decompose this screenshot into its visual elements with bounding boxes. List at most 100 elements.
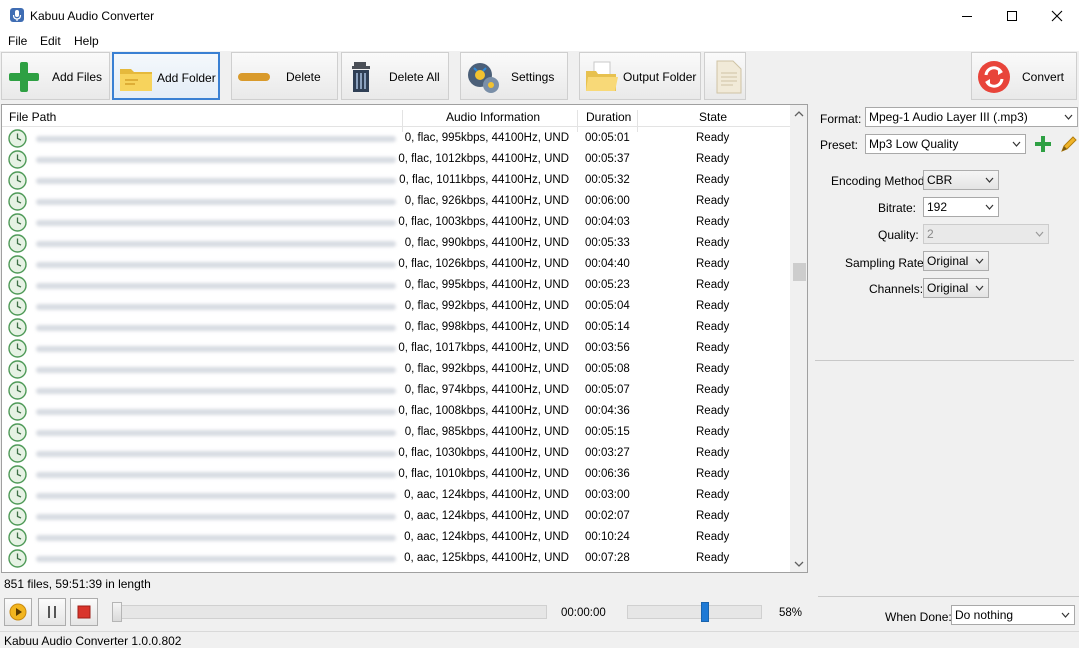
- scroll-up-icon[interactable]: [794, 111, 804, 117]
- table-row[interactable]: 0, flac, 1030kbps, 44100Hz, UND 00:03:27 R…: [2, 443, 790, 464]
- table-row[interactable]: 0, flac, 995kbps, 44100Hz, UND 00:05:01 Re…: [2, 128, 790, 149]
- clock-icon: [8, 192, 27, 211]
- trash-icon: [352, 62, 370, 92]
- file-path-cell: [36, 535, 396, 541]
- add-preset-icon[interactable]: [1033, 134, 1053, 154]
- table-row[interactable]: 0, flac, 995kbps, 44100Hz, UND 00:05:23 Re…: [2, 275, 790, 296]
- pause-button[interactable]: [38, 598, 66, 626]
- output-folder-button[interactable]: Output Folder: [579, 52, 701, 100]
- table-row[interactable]: 0, flac, 1026kbps, 44100Hz, UND 00:04:40 R…: [2, 254, 790, 275]
- table-row[interactable]: 0, aac, 124kbps, 44100Hz, UND 00:03:00 Rea…: [2, 485, 790, 506]
- bitrate-select[interactable]: 192: [923, 197, 999, 217]
- convert-button[interactable]: Convert: [971, 52, 1077, 100]
- table-row[interactable]: 0, flac, 1010kbps, 44100Hz, UND 00:06:36 R…: [2, 464, 790, 485]
- table-row[interactable]: 0, flac, 990kbps, 44100Hz, UND 00:05:33 Re…: [2, 233, 790, 254]
- preset-value: Mp3 Low Quality: [869, 137, 959, 151]
- file-path-cell: [36, 241, 396, 247]
- maximize-button[interactable]: [989, 0, 1035, 31]
- table-row[interactable]: 0, flac, 974kbps, 44100Hz, UND 00:05:07 Re…: [2, 380, 790, 401]
- audio-info-cell: 0, flac, 995kbps, 44100Hz, UND: [404, 279, 569, 291]
- state-cell: Ready: [696, 384, 730, 396]
- header-state[interactable]: State: [699, 110, 727, 124]
- when-done-select[interactable]: Do nothing: [951, 605, 1075, 625]
- audio-info-cell: 0, flac, 926kbps, 44100Hz, UND: [404, 195, 569, 207]
- table-row[interactable]: 0, flac, 985kbps, 44100Hz, UND 00:05:15 Re…: [2, 422, 790, 443]
- scrollbar-thumb[interactable]: [793, 263, 806, 281]
- state-cell: Ready: [696, 552, 730, 564]
- file-path-cell: [36, 367, 396, 373]
- duration-cell: 00:05:23: [585, 279, 630, 291]
- delete-button[interactable]: Delete: [231, 52, 338, 100]
- table-row[interactable]: 0, flac, 926kbps, 44100Hz, UND 00:06:00 Re…: [2, 191, 790, 212]
- table-row[interactable]: 0, flac, 992kbps, 44100Hz, UND 00:05:04 Re…: [2, 296, 790, 317]
- sampling-rate-select[interactable]: Original: [923, 251, 989, 271]
- minimize-button[interactable]: [944, 0, 990, 31]
- encoding-method-select[interactable]: CBR: [923, 170, 999, 190]
- chevron-down-icon: [1012, 141, 1021, 147]
- file-path-cell: [36, 304, 396, 310]
- menu-file[interactable]: File: [8, 34, 27, 48]
- state-cell: Ready: [696, 342, 730, 354]
- duration-cell: 00:05:08: [585, 363, 630, 375]
- pause-icon: [48, 606, 56, 618]
- seek-slider[interactable]: [112, 605, 547, 619]
- duration-cell: 00:06:36: [585, 468, 630, 480]
- edit-preset-icon[interactable]: [1059, 134, 1079, 154]
- vertical-scrollbar[interactable]: [790, 105, 807, 572]
- add-files-button[interactable]: Add Files: [1, 52, 110, 100]
- state-cell: Ready: [696, 447, 730, 459]
- duration-cell: 00:04:03: [585, 216, 630, 228]
- audio-info-cell: 0, aac, 124kbps, 44100Hz, UND: [404, 510, 569, 522]
- table-row[interactable]: 0, aac, 124kbps, 44100Hz, UND 00:10:24 Rea…: [2, 527, 790, 548]
- table-row[interactable]: 0, aac, 124kbps, 44100Hz, UND 00:02:07 Rea…: [2, 506, 790, 527]
- table-row[interactable]: 0, flac, 1003kbps, 44100Hz, UND 00:04:03 R…: [2, 212, 790, 233]
- format-label: Format:: [820, 112, 862, 126]
- duration-cell: 00:03:56: [585, 342, 630, 354]
- open-output-button[interactable]: [704, 52, 746, 100]
- stop-button[interactable]: [70, 598, 98, 626]
- volume-handle[interactable]: [700, 602, 709, 622]
- file-list[interactable]: File Path Audio Information Duration Sta…: [1, 104, 808, 573]
- duration-cell: 00:06:00: [585, 195, 630, 207]
- duration-cell: 00:05:15: [585, 426, 630, 438]
- table-row[interactable]: 0, flac, 998kbps, 44100Hz, UND 00:05:14 Re…: [2, 317, 790, 338]
- clock-icon: [8, 465, 27, 484]
- clock-icon: [8, 276, 27, 295]
- seek-handle[interactable]: [112, 602, 122, 622]
- menu-edit[interactable]: Edit: [40, 34, 61, 48]
- table-row[interactable]: 0, flac, 1011kbps, 44100Hz, UND 00:05:32 R…: [2, 170, 790, 191]
- menu-bar: File Edit Help: [0, 31, 1079, 51]
- settings-button[interactable]: Settings: [460, 52, 568, 100]
- table-row[interactable]: 0, flac, 1008kbps, 44100Hz, UND 00:04:36 R…: [2, 401, 790, 422]
- audio-info-cell: 0, flac, 1012kbps, 44100Hz, UND: [398, 153, 569, 165]
- state-cell: Ready: [696, 321, 730, 333]
- quality-select: 2: [923, 224, 1049, 244]
- clock-icon: [8, 507, 27, 526]
- table-row[interactable]: 0, flac, 992kbps, 44100Hz, UND 00:05:08 Re…: [2, 359, 790, 380]
- delete-all-button[interactable]: Delete All: [341, 52, 449, 100]
- table-row[interactable]: 0, aac, 125kbps, 44100Hz, UND 00:07:28 Rea…: [2, 548, 790, 569]
- close-button[interactable]: [1034, 0, 1079, 31]
- table-row[interactable]: 0, flac, 1012kbps, 44100Hz, UND 00:05:37 R…: [2, 149, 790, 170]
- file-path-cell: [36, 325, 396, 331]
- volume-slider[interactable]: [627, 605, 762, 619]
- channels-select[interactable]: Original: [923, 278, 989, 298]
- state-cell: Ready: [696, 195, 730, 207]
- file-path-cell: [36, 409, 396, 415]
- header-duration[interactable]: Duration: [586, 110, 631, 124]
- format-select[interactable]: Mpeg-1 Audio Layer III (.mp3): [865, 107, 1078, 127]
- duration-cell: 00:04:36: [585, 405, 630, 417]
- table-row[interactable]: 0, flac, 1017kbps, 44100Hz, UND 00:03:56 R…: [2, 338, 790, 359]
- clock-icon: [8, 213, 27, 232]
- convert-label: Convert: [1022, 70, 1065, 84]
- play-button[interactable]: [4, 598, 32, 626]
- add-folder-button[interactable]: Add Folder: [112, 52, 220, 100]
- header-audio-information[interactable]: Audio Information: [446, 110, 540, 124]
- header-file-path[interactable]: File Path: [9, 110, 56, 124]
- state-cell: Ready: [696, 216, 730, 228]
- state-cell: Ready: [696, 237, 730, 249]
- scroll-down-icon[interactable]: [794, 561, 804, 567]
- preset-select[interactable]: Mp3 Low Quality: [865, 134, 1026, 154]
- menu-help[interactable]: Help: [74, 34, 99, 48]
- list-header: File Path Audio Information Duration Sta…: [2, 105, 790, 132]
